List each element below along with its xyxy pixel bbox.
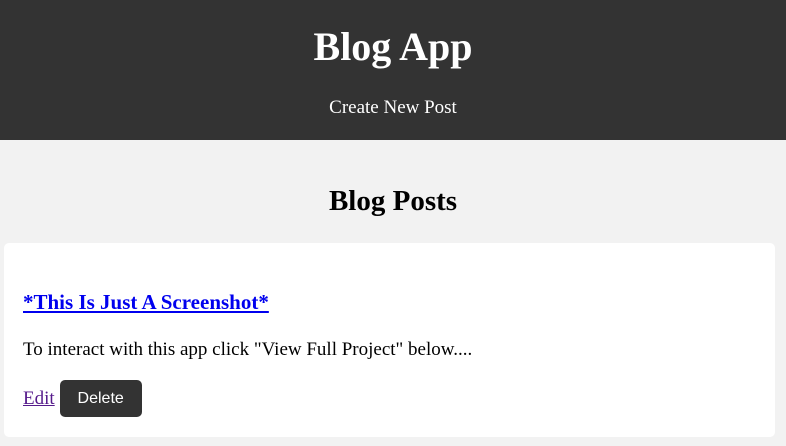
edit-post-link[interactable]: Edit — [23, 387, 55, 411]
section-title: Blog Posts — [328, 185, 458, 217]
app-title: Blog App — [313, 24, 473, 69]
post-excerpt: To interact with this app click "View Fu… — [23, 339, 473, 360]
post-actions: Edit Delete — [23, 380, 142, 417]
post-card: *This Is Just A Screenshot* To interact … — [4, 243, 775, 437]
app-header: Blog App Create New Post — [0, 0, 786, 140]
post-title-link[interactable]: *This Is Just A Screenshot* — [23, 289, 269, 315]
delete-post-button[interactable]: Delete — [59, 380, 142, 417]
create-new-post-link[interactable]: Create New Post — [0, 96, 786, 120]
